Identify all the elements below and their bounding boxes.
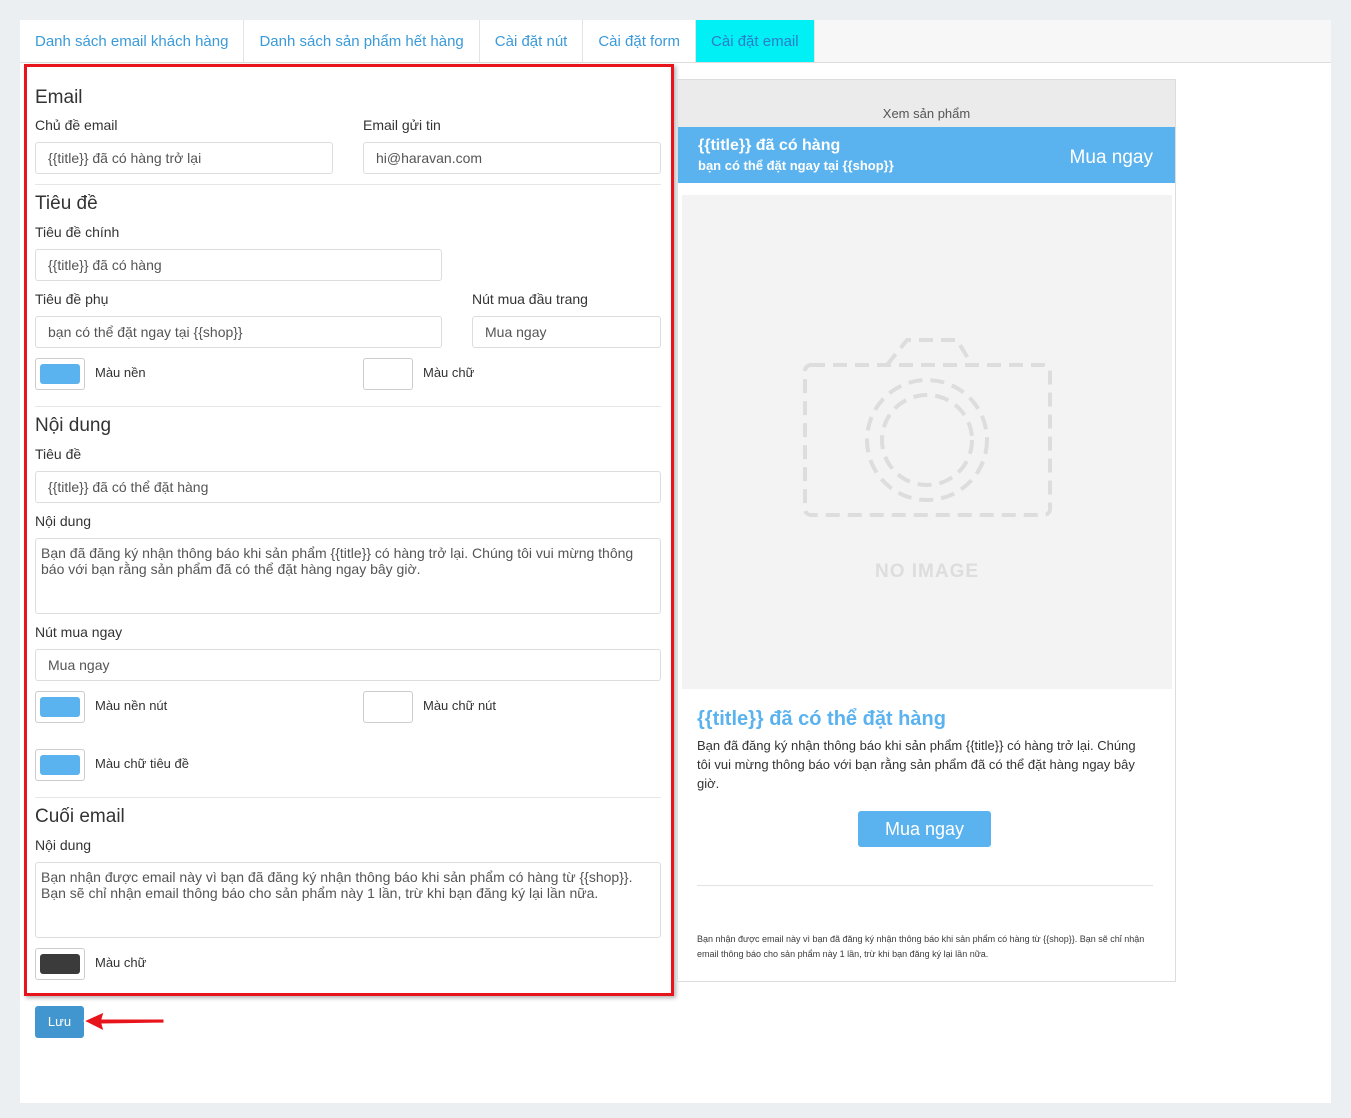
preview-title: {{title}} đã có thể đặt hàng bbox=[697, 708, 946, 730]
save-button[interactable]: Lưu bbox=[35, 1006, 84, 1038]
product-image-placeholder: NO IMAGE bbox=[682, 195, 1172, 689]
title-color-picker[interactable] bbox=[35, 749, 85, 781]
bg-color-label: Màu nền bbox=[95, 365, 146, 380]
tab-customer-emails[interactable]: Danh sách email khách hàng bbox=[20, 20, 245, 62]
email-heading: Email bbox=[35, 87, 83, 108]
red-arrow-annotation bbox=[82, 1011, 165, 1032]
footer-heading: Cuối email bbox=[35, 806, 125, 827]
camera-icon bbox=[803, 338, 1052, 517]
divider bbox=[35, 406, 661, 407]
footer-text-color-picker[interactable] bbox=[35, 948, 85, 980]
title-color-label: Màu chữ tiêu đề bbox=[95, 756, 189, 771]
sender-label: Email gửi tin bbox=[363, 117, 441, 133]
button-text-color-picker[interactable] bbox=[363, 691, 413, 723]
preview-banner: {{title}} đã có hàng bạn có thể đặt ngay… bbox=[678, 127, 1175, 183]
content-heading: Nội dung bbox=[35, 415, 112, 436]
content-body-label: Nội dung bbox=[35, 513, 92, 529]
banner-subtitle: bạn có thể đặt ngay tại {{shop}} bbox=[698, 158, 894, 173]
sub-title-label: Tiêu đề phụ bbox=[35, 291, 109, 307]
preview-body: Bạn đã đăng ký nhận thông báo khi sản ph… bbox=[697, 738, 1136, 791]
no-image-text: NO IMAGE bbox=[874, 561, 980, 582]
header-buy-input[interactable]: Mua ngay bbox=[472, 316, 661, 348]
button-bg-color-label: Màu nền nút bbox=[95, 698, 168, 713]
subject-input[interactable]: {{title}} đã có hàng trở lại bbox=[35, 142, 333, 174]
divider bbox=[35, 184, 661, 185]
header-buy-label: Nút mua đầu trang bbox=[472, 291, 588, 307]
button-bg-color-picker[interactable] bbox=[35, 691, 85, 723]
sub-title-input[interactable]: bạn có thể đặt ngay tại {{shop}} bbox=[35, 316, 442, 348]
header-heading: Tiêu đề bbox=[35, 193, 98, 214]
main-title-label: Tiêu đề chính bbox=[35, 224, 120, 240]
preview-buy-button[interactable]: Mua ngay bbox=[858, 811, 991, 847]
tab-button-settings[interactable]: Cài đặt nút bbox=[479, 20, 584, 62]
text-color-label: Màu chữ bbox=[423, 365, 475, 380]
subject-label: Chủ đề email bbox=[35, 117, 118, 133]
banner-title: {{title}} đã có hàng bbox=[698, 137, 841, 154]
buy-button-label: Nút mua ngay bbox=[35, 624, 123, 640]
tab-bar: Danh sách email khách hàng Danh sách sản… bbox=[20, 20, 1331, 63]
tab-out-of-stock[interactable]: Danh sách sản phẩm hết hàng bbox=[244, 20, 480, 62]
main-card: Danh sách email khách hàng Danh sách sản… bbox=[20, 20, 1331, 1103]
tab-email-settings[interactable]: Cài đặt email bbox=[696, 20, 815, 62]
footer-text-color-label: Màu chữ bbox=[95, 955, 147, 970]
tab-form-settings[interactable]: Cài đặt form bbox=[583, 20, 697, 62]
divider bbox=[697, 885, 1153, 886]
view-product-link[interactable]: Xem sản phẩm bbox=[678, 80, 1175, 127]
button-text-color-label: Màu chữ nút bbox=[423, 698, 497, 713]
bg-color-picker[interactable] bbox=[35, 358, 85, 390]
content-title-label: Tiêu đề bbox=[35, 446, 82, 462]
text-color-picker[interactable] bbox=[363, 358, 413, 390]
main-title-input[interactable]: {{title}} đã có hàng bbox=[35, 249, 442, 281]
preview-footer: Bạn nhận được email này vì bạn đã đăng k… bbox=[697, 934, 1145, 959]
footer-body-textarea[interactable]: Bạn nhận được email này vì bạn đã đăng k… bbox=[35, 862, 661, 938]
email-preview: Xem sản phẩm {{title}} đã có hàng bạn có… bbox=[677, 79, 1176, 982]
email-settings-form: Email Chủ đề email {{title}} đã có hàng … bbox=[24, 64, 674, 996]
content-body-textarea[interactable]: Bạn đã đăng ký nhận thông báo khi sản ph… bbox=[35, 538, 661, 614]
buy-button-input[interactable]: Mua ngay bbox=[35, 649, 661, 681]
divider bbox=[35, 797, 661, 798]
content-title-input[interactable]: {{title}} đã có thể đặt hàng bbox=[35, 471, 661, 503]
banner-buy-button[interactable]: Mua ngay bbox=[1070, 147, 1153, 169]
footer-body-label: Nội dung bbox=[35, 837, 92, 853]
sender-input[interactable]: hi@haravan.com bbox=[363, 142, 661, 174]
